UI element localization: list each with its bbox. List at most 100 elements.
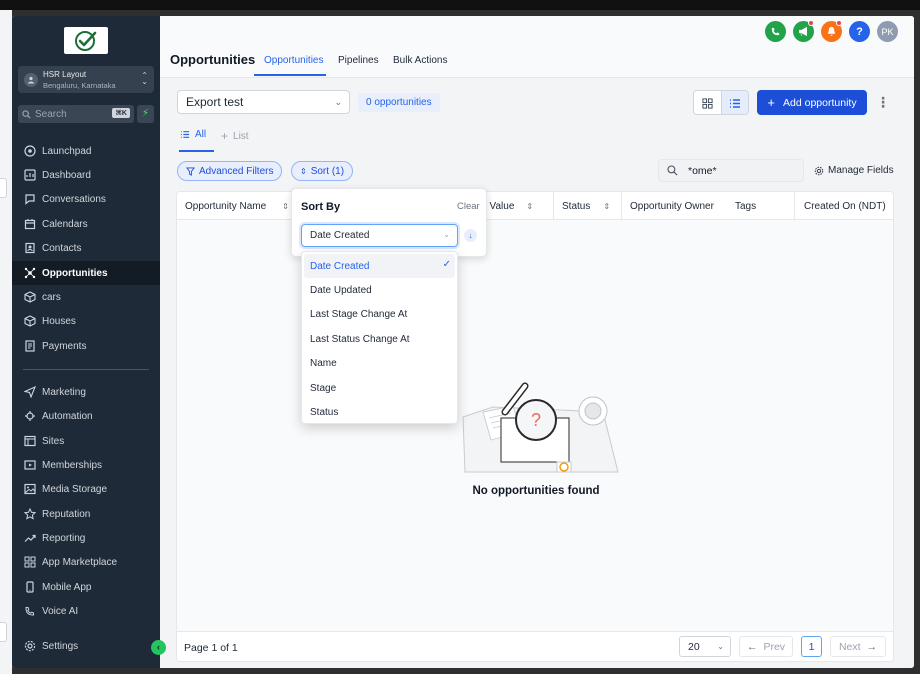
per-page-select[interactable]: 20 ⌄ [679,636,731,657]
column-header-label: Created On (NDT) [804,200,886,212]
sidebar-item-contacts[interactable]: Contacts [12,236,160,260]
sidebar-item-label: Media Storage [42,483,108,495]
sidebar-item-label: Automation [42,410,93,422]
launchpad-icon [23,145,36,158]
sort-option-label: Date Updated [310,285,372,297]
sort-clear-button[interactable]: Clear [457,201,480,212]
sidebar-item-conversations[interactable]: Conversations [12,187,160,211]
sidebar-item-sites[interactable]: Sites [12,429,160,453]
current-page-button[interactable]: 1 [801,636,822,657]
prev-page-button[interactable]: ← Prev [739,636,793,657]
opportunity-search-input[interactable]: *ome* [658,159,804,182]
location-switcher[interactable]: HSR Layout Bengaluru, Karnataka ⌃ ⌄ [18,66,154,93]
sidebar-item-reputation[interactable]: Reputation [12,502,160,526]
sidebar-item-launchpad[interactable]: Launchpad [12,139,160,163]
column-header-opportunity-name[interactable]: Opportunity Name ⇕ [185,192,289,220]
sidebar-item-memberships[interactable]: Memberships [12,453,160,477]
sidebar-item-voice-ai[interactable]: Voice AI [12,599,160,623]
company-logo[interactable] [64,27,108,54]
tab-opportunities[interactable]: Opportunities [264,55,323,66]
column-divider [621,192,622,220]
column-header-created-on[interactable]: Created On (NDT) [804,192,886,220]
sort-option-date-updated[interactable]: Date Updated [304,278,455,302]
add-opportunity-button[interactable]: + Add opportunity [757,90,867,115]
grid-icon [23,556,36,569]
payments-icon [23,340,36,353]
sidebar-item-label: Voice AI [42,605,79,617]
opportunity-count-badge: 0 opportunities [358,93,440,112]
column-header-opportunity-owner[interactable]: Opportunity Owner [630,192,714,220]
sort-option-last-status-change[interactable]: Last Status Change At [304,327,455,351]
box-icon [23,315,36,328]
empty-state-message: No opportunities found [472,485,600,497]
sort-option-date-created[interactable]: Date Created ✓ [304,254,455,279]
sidebar-item-marketing[interactable]: Marketing [12,380,160,404]
sort-option-stage[interactable]: Stage [304,376,455,400]
sort-field-select[interactable]: Date Created ⌄ [301,224,458,247]
sidebar-item-cars[interactable]: cars [12,285,160,309]
table-header: Opportunity Name ⇕ ty Value ⇕ Status ⇕ O… [177,192,893,220]
sort-option-status[interactable]: Status [304,400,455,424]
sidebar-item-app-marketplace[interactable]: App Marketplace [12,550,160,574]
sidebar-item-calendars[interactable]: Calendars [12,212,160,236]
sidebar-item-settings[interactable]: Settings [12,634,160,658]
sidebar-item-mobile-app[interactable]: Mobile App [12,575,160,599]
view-toggle [693,90,749,115]
next-page-label: Next [838,640,861,653]
list-view-button[interactable] [720,91,748,114]
sidebar-item-label: Contacts [42,242,82,254]
column-divider [553,192,554,220]
active-tab-indicator [254,74,326,76]
column-header-opportunity-value[interactable]: ty Value ⇕ [479,192,533,220]
column-header-tags[interactable]: Tags [735,192,756,220]
notification-dot [808,20,814,26]
view-tab-all[interactable]: All [180,129,206,140]
location-name: HSR Layout [43,69,87,79]
background-window-tab [0,622,7,642]
search-shortcut-badge: ⌘K [112,108,130,118]
collapse-sidebar-chevron-icon[interactable]: ‹ [151,640,166,655]
sidebar-item-houses[interactable]: Houses [12,309,160,333]
sidebar: HSR Layout Bengaluru, Karnataka ⌃ ⌄ Searc… [12,16,160,668]
sidebar-search[interactable]: Search ⌘K [18,105,134,123]
advanced-filters-button[interactable]: Advanced Filters [177,161,283,181]
more-options-icon[interactable]: ⋮ [876,92,890,112]
column-header-status[interactable]: Status ⇕ [562,192,610,220]
background-window-tab [0,178,7,198]
sort-direction-arrow-icon[interactable]: ↓ [464,229,477,242]
phone-icon[interactable] [765,21,786,42]
quick-action-bolt-icon[interactable]: ⚡ [137,105,154,123]
add-list-view[interactable]: + List [221,129,249,143]
tab-pipelines[interactable]: Pipelines [338,55,379,66]
page-indicator: Page 1 of 1 [184,642,238,654]
sidebar-item-label: Launchpad [42,145,92,157]
sidebar-item-reporting[interactable]: Reporting [12,526,160,550]
sidebar-item-opportunities[interactable]: Opportunities [12,261,160,285]
sort-option-name[interactable]: Name [304,352,455,376]
sidebar-item-dashboard[interactable]: Dashboard [12,163,160,187]
chevron-down-icon: ⌄ [717,642,724,651]
mobile-icon [23,581,36,594]
plus-icon: + [767,95,776,110]
media-icon [23,483,36,496]
location-avatar-icon [24,72,38,87]
sidebar-item-label: Opportunities [42,267,108,279]
board-view-button[interactable] [694,91,721,114]
chat-icon [23,193,36,206]
help-icon[interactable]: ? [849,21,870,42]
pipeline-select[interactable]: Export test ⌄ [177,90,350,114]
next-page-button[interactable]: Next → [830,636,886,657]
column-divider [794,192,795,220]
tab-bulk-actions[interactable]: Bulk Actions [393,55,447,66]
filter-icon [186,166,195,176]
active-view-indicator [179,150,214,152]
sidebar-item-payments[interactable]: Payments [12,334,160,358]
sidebar-item-automation[interactable]: Automation [12,404,160,428]
sidebar-item-media-storage[interactable]: Media Storage [12,477,160,501]
sort-field-value: Date Created [310,230,370,241]
sort-button[interactable]: ⇕ Sort (1) [291,161,354,181]
sort-option-last-stage-change[interactable]: Last Stage Change At [304,303,455,327]
user-avatar[interactable]: PK [877,21,898,42]
manage-fields-button[interactable]: Manage Fields [814,165,894,176]
updown-chevron-icon: ⌃ ⌄ [141,71,148,86]
